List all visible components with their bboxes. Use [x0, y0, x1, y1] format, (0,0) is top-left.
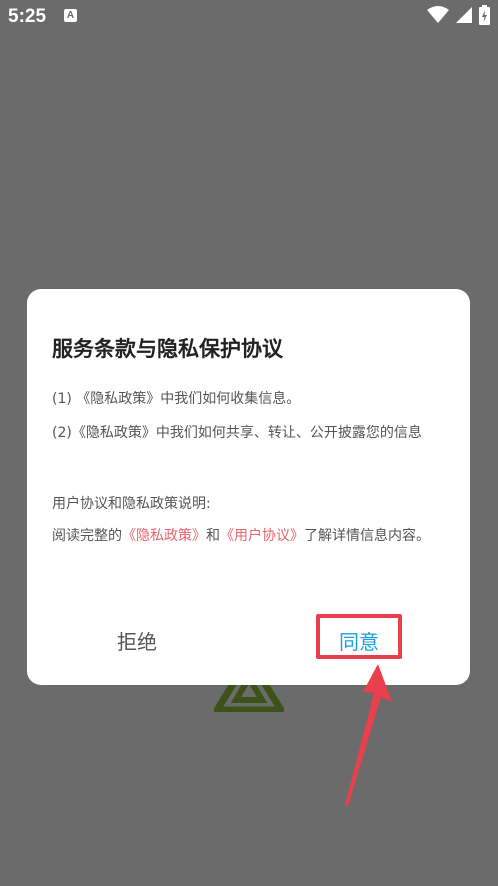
signal-icon: [456, 7, 472, 23]
status-icons: [427, 5, 490, 25]
dialog-title: 服务条款与隐私保护协议: [52, 337, 283, 361]
battery-icon: [479, 5, 490, 25]
wifi-icon: [427, 6, 449, 23]
status-bar: 5:25 A: [0, 0, 498, 34]
policy-item-share: (2)《隐私政策》中我们如何共享、转让、公开披露您的信息: [52, 425, 422, 441]
read-suffix: 了解详情信息内容。: [304, 528, 430, 544]
privacy-dialog: 服务条款与隐私保护协议 (1) 《隐私政策》中我们如何收集信息。 (2)《隐私政…: [27, 289, 470, 685]
policy-item-collect: (1) 《隐私政策》中我们如何收集信息。: [52, 391, 301, 407]
agreement-intro: 用户协议和隐私政策说明:: [52, 496, 211, 512]
user-agreement-link[interactable]: 《用户协议》: [220, 528, 304, 544]
agree-highlight-box: [316, 614, 402, 659]
arrow-annotation-icon: [345, 664, 392, 806]
status-time: 5:25: [8, 6, 47, 27]
reject-button[interactable]: 拒绝: [117, 626, 157, 655]
app-notification-icon: A: [64, 9, 77, 22]
read-full-text: 阅读完整的《隐私政策》和《用户协议》了解详情信息内容。: [52, 525, 452, 548]
and-text: 和: [206, 528, 220, 544]
privacy-policy-link[interactable]: 《隐私政策》: [122, 528, 206, 544]
read-prefix: 阅读完整的: [52, 528, 122, 544]
